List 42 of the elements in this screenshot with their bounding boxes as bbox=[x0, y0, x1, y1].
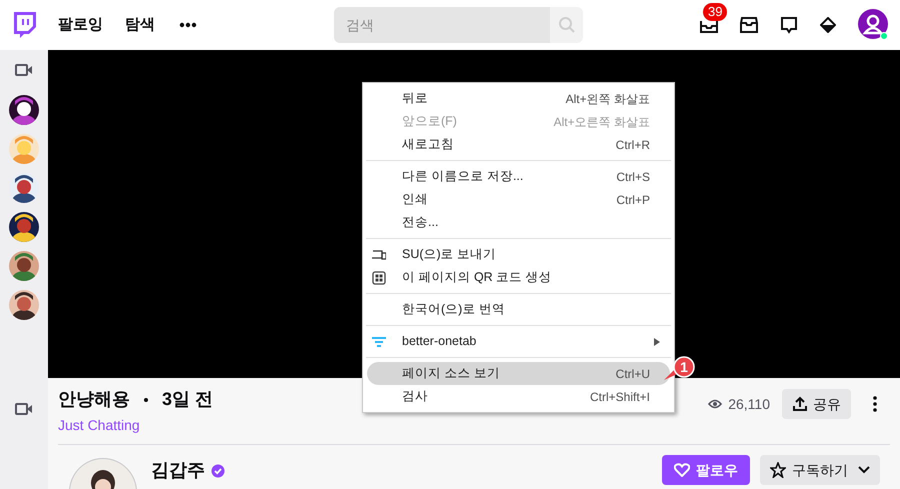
user-avatar[interactable] bbox=[858, 9, 890, 41]
menu-item[interactable]: 전송... bbox=[367, 211, 670, 234]
star-icon bbox=[770, 462, 786, 478]
camera-icon bbox=[15, 403, 33, 415]
menu-item[interactable]: 다른 이름으로 저장... Ctrl+S bbox=[367, 165, 670, 188]
diamond-icon[interactable] bbox=[820, 17, 836, 33]
notification-badge: 39 bbox=[703, 3, 728, 21]
menu-item[interactable]: 페이지 소스 보기 Ctrl+U bbox=[367, 362, 670, 385]
view-count: 26,110 bbox=[728, 394, 770, 414]
more-icon[interactable] bbox=[179, 22, 197, 28]
qr-code-icon bbox=[372, 270, 386, 284]
chat-icon[interactable] bbox=[780, 16, 798, 34]
menu-item[interactable]: 인쇄 Ctrl+P bbox=[367, 188, 670, 211]
caret-icon bbox=[858, 466, 870, 474]
search-icon bbox=[558, 16, 576, 34]
category-link[interactable]: Just Chatting bbox=[58, 415, 214, 436]
nav-link[interactable]: 팔로잉 bbox=[58, 14, 103, 36]
video-age: 3일 전 bbox=[162, 388, 214, 411]
menu-item[interactable]: SU(으)로 보내기 bbox=[367, 243, 670, 266]
menu-item[interactable]: 이 페이지의 QR 코드 생성 bbox=[367, 266, 670, 289]
subscribe-button[interactable]: 구독하기 bbox=[760, 455, 880, 485]
more-options-icon[interactable] bbox=[873, 396, 877, 412]
camera-icon bbox=[15, 64, 33, 76]
channel-name: 김갑주 bbox=[151, 459, 205, 482]
nav-link[interactable]: 탐색 bbox=[125, 14, 155, 36]
heart-icon bbox=[674, 463, 690, 477]
eye-icon bbox=[708, 399, 722, 409]
menu-item[interactable]: 뒤로 Alt+왼쪽 화살표 bbox=[367, 87, 670, 110]
dot-separator bbox=[144, 398, 148, 402]
twitch-logo[interactable] bbox=[12, 12, 36, 38]
filter-icon bbox=[372, 334, 386, 348]
device-icon bbox=[372, 248, 386, 262]
share-button[interactable]: 공유 bbox=[782, 389, 851, 419]
inbox-icon[interactable] bbox=[740, 17, 758, 33]
follow-button[interactable]: 팔로우 bbox=[662, 455, 750, 485]
video-title: 안냥해용 bbox=[58, 388, 130, 411]
menu-item[interactable]: 새로고침 Ctrl+R bbox=[367, 133, 670, 156]
menu-item[interactable]: 한국어(으)로 번역 bbox=[367, 298, 670, 321]
menu-item[interactable]: better-onetab bbox=[367, 330, 670, 353]
search-field[interactable]: 검색 bbox=[334, 7, 550, 43]
upload-icon bbox=[792, 396, 808, 412]
menu-item[interactable]: 검사 Ctrl+Shift+I bbox=[367, 385, 670, 408]
